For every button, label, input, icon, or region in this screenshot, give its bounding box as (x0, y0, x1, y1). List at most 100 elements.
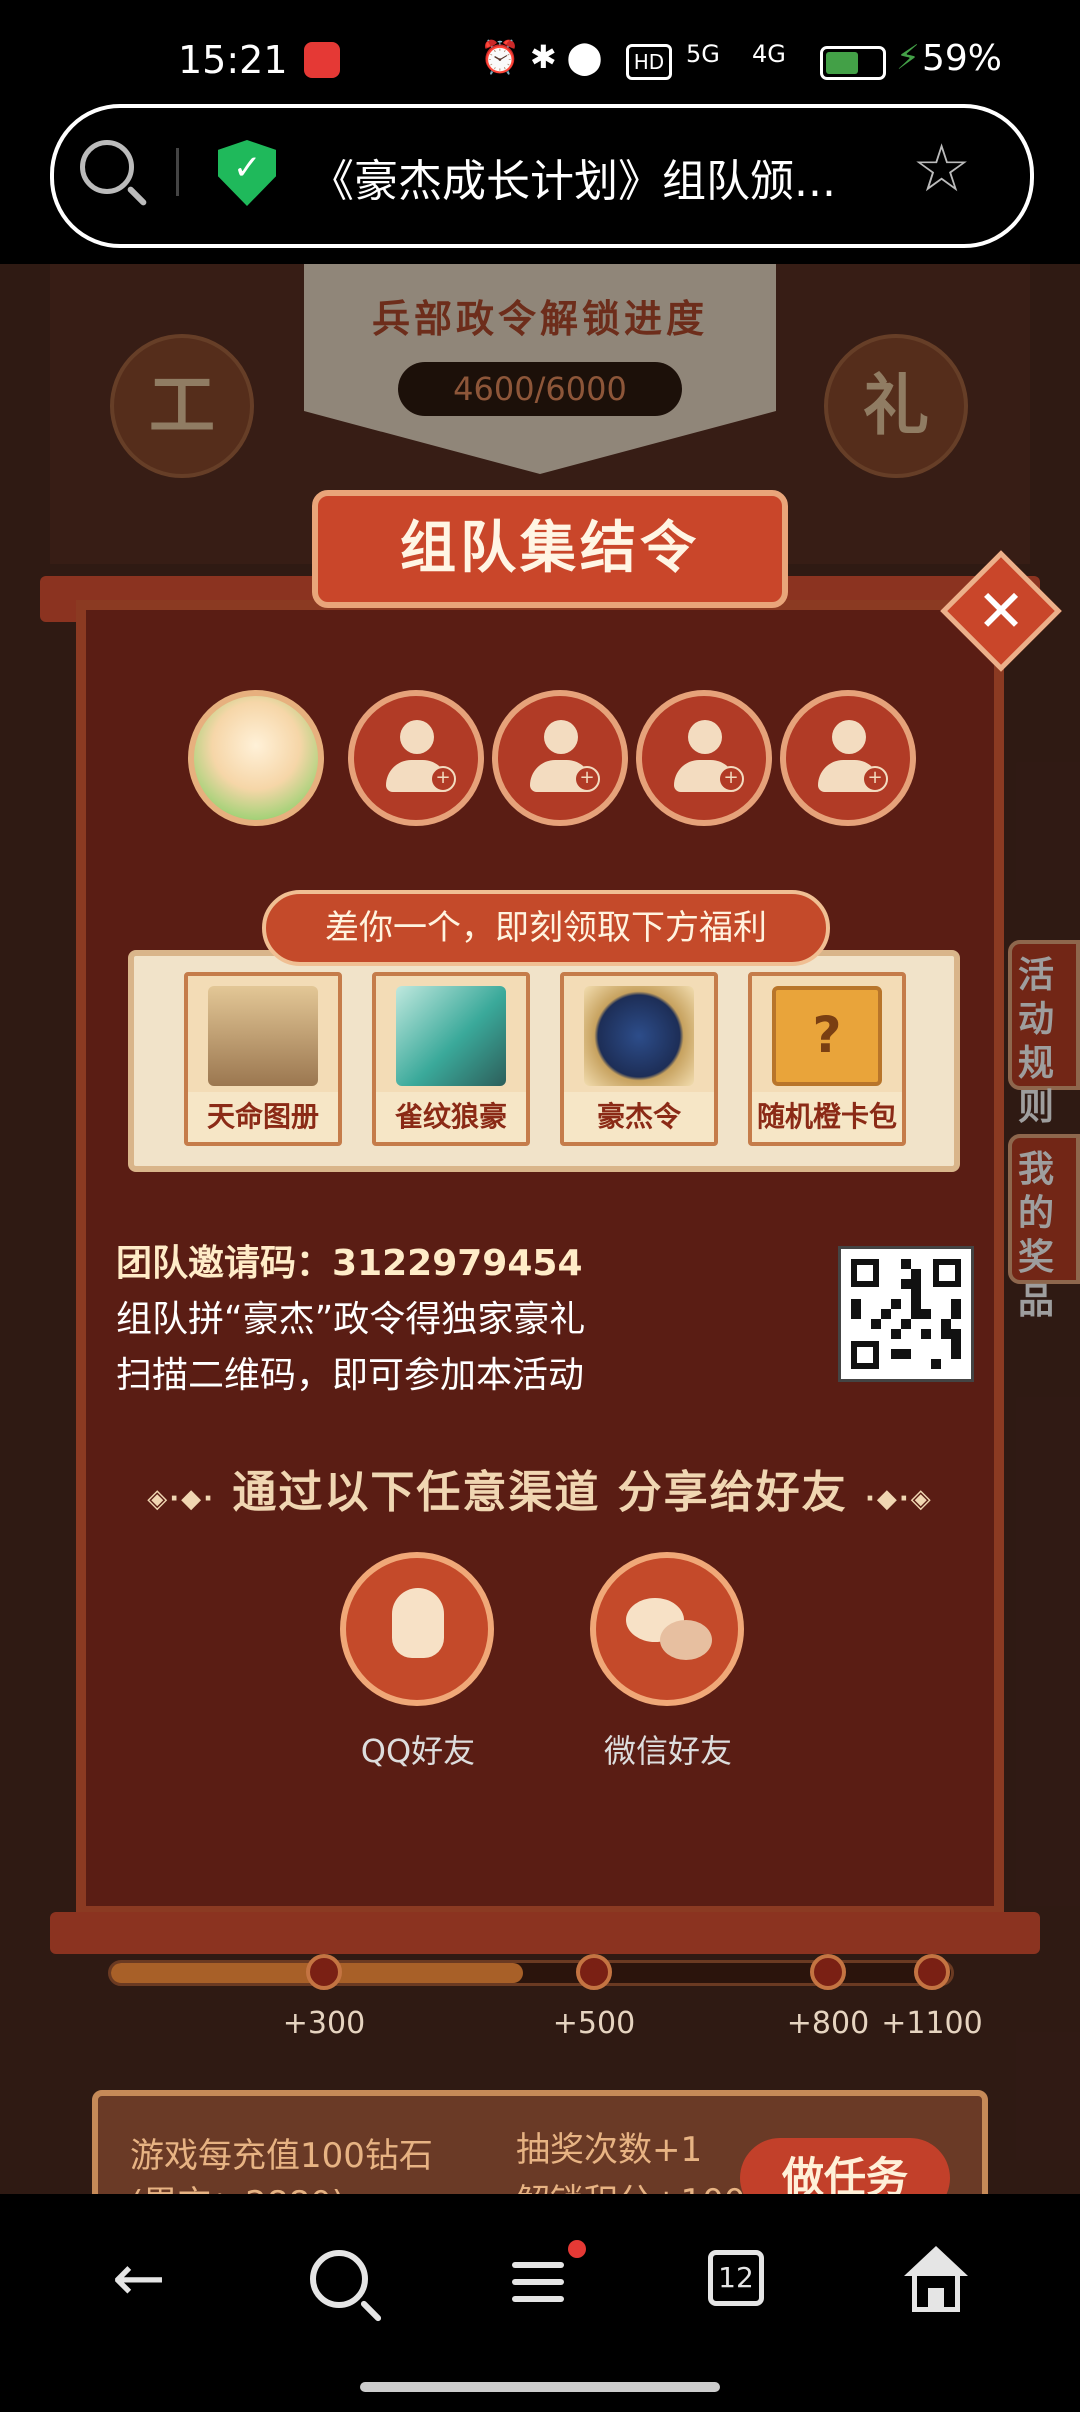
page-title[interactable]: 《豪杰成长计划》组队颁... (310, 145, 870, 209)
wechat-icon-bubble (660, 1620, 712, 1660)
location-icon: ⬤ (566, 38, 613, 76)
qr-finder (851, 1259, 879, 1287)
add-user-icon: + (718, 766, 744, 792)
add-user-icon: + (574, 766, 600, 792)
back-icon[interactable]: ← (112, 2242, 166, 2316)
share-heading: ◈·◆· 通过以下任意渠道 分享给好友 ·◆·◈ (140, 1456, 940, 1520)
empty-slot-1[interactable]: + (348, 690, 484, 826)
invite-description: 组队拼“豪杰”政令得独家豪礼 (116, 1299, 586, 1340)
milestone-label: +800 (786, 2006, 870, 2041)
add-user-icon: + (430, 766, 456, 792)
qr-module (951, 1339, 961, 1349)
alarm-icon: ⏰ (480, 38, 530, 76)
home-icon[interactable] (904, 2246, 968, 2276)
bluetooth-icon: ✱ (529, 38, 567, 76)
status-time: 15:21 (178, 38, 288, 82)
task-reward-draws: 抽奖次数+1 (516, 2130, 703, 2170)
qr-module (871, 1319, 881, 1329)
hd-icon: HD (626, 44, 672, 80)
reward-item[interactable]: 豪杰令 (560, 972, 718, 1146)
qr-module (901, 1319, 911, 1329)
qr-finder (851, 1341, 879, 1369)
share-wechat-label: 微信好友 (603, 1732, 732, 1770)
notification-badge (568, 2240, 586, 2258)
battery-percent: 59% (922, 38, 1003, 79)
milestone-node[interactable] (810, 1954, 846, 1990)
task-title: 游戏每充值100钻石 (130, 2136, 433, 2176)
menu-icon[interactable] (512, 2262, 564, 2302)
brush-icon (396, 986, 506, 1086)
milestone-label: +500 (552, 2006, 636, 2041)
share-qq-label: QQ好友 (360, 1732, 476, 1770)
qr-module (941, 1319, 951, 1329)
qr-module (951, 1329, 961, 1339)
milestone-label: +1100 (881, 2006, 983, 2041)
invite-instruction: 扫描二维码，即可参加本活动 (116, 1355, 585, 1396)
search-icon[interactable] (310, 2250, 368, 2308)
reward-label: 豪杰令 (564, 1092, 714, 1142)
star-icon[interactable]: ☆ (912, 130, 971, 207)
reward-item[interactable]: 雀纹狼豪 (372, 972, 530, 1146)
qr-code[interactable] (838, 1246, 974, 1382)
qr-finder (933, 1259, 961, 1287)
qr-module (851, 1299, 861, 1309)
share-heading-text: 通过以下任意渠道 分享给好友 (232, 1467, 848, 1518)
qr-module (951, 1309, 961, 1319)
share-qq-button[interactable] (340, 1552, 494, 1706)
qr-module (911, 1309, 921, 1319)
qr-module (901, 1259, 911, 1269)
share-wechat-button[interactable] (590, 1552, 744, 1706)
qr-module (911, 1279, 921, 1289)
qr-module (951, 1299, 961, 1309)
qr-module (911, 1289, 921, 1299)
home-icon-door (928, 2288, 944, 2312)
reward-item[interactable]: ? 随机橙卡包 (748, 972, 906, 1146)
qr-module (901, 1349, 911, 1359)
qr-module (921, 1329, 931, 1339)
reward-banner: 差你一个，即刻领取下方福利 (262, 890, 830, 966)
milestone-label: +300 (282, 2006, 366, 2041)
reward-label: 雀纹狼豪 (376, 1092, 526, 1142)
battery-icon (820, 46, 886, 80)
milestone-node[interactable] (576, 1954, 612, 1990)
add-user-icon: + (862, 766, 888, 792)
qq-icon (392, 1588, 444, 1658)
qr-module (911, 1299, 921, 1309)
qr-module (951, 1349, 961, 1359)
invite-code-row: 团队邀请码：3122979454 (116, 1234, 583, 1286)
qr-module (931, 1359, 941, 1369)
qr-module (941, 1329, 951, 1339)
signal-5g-icon: 5G (686, 40, 720, 68)
qr-module (891, 1329, 901, 1339)
mystery-card-icon: ? (772, 986, 882, 1086)
qr-module (881, 1309, 891, 1319)
search-icon[interactable] (80, 140, 134, 194)
gesture-bar[interactable] (360, 2382, 720, 2392)
tabs-icon[interactable]: 12 (708, 2250, 764, 2306)
modal-title: 组队集结令 (312, 490, 788, 608)
empty-slot-2[interactable]: + (492, 690, 628, 826)
qr-module (891, 1299, 901, 1309)
empty-slot-4[interactable]: + (780, 690, 916, 826)
invite-code-label: 团队邀请码： (116, 1243, 333, 1284)
status-bar: 15:21 ⏰✱⬤ HD 5G 4G ⚡ 59% (0, 0, 1080, 100)
scroll-pagoda-icon (208, 986, 318, 1086)
battery-fill (826, 52, 858, 74)
reward-item[interactable]: 天命图册 (184, 972, 342, 1146)
qr-module (901, 1279, 911, 1289)
close-icon[interactable]: ✕ (958, 568, 1044, 654)
share-heading-ornament-left: ◈·◆· (147, 1484, 215, 1514)
signal-4g-icon: 4G (752, 40, 786, 68)
invite-code[interactable]: 3122979454 (332, 1243, 583, 1284)
user-avatar (188, 690, 324, 826)
empty-slot-3[interactable]: + (636, 690, 772, 826)
qr-module (911, 1269, 921, 1279)
screen-record-icon (304, 42, 340, 78)
charging-icon: ⚡ (896, 38, 920, 78)
qr-module (921, 1309, 931, 1319)
reward-label: 天命图册 (188, 1092, 338, 1142)
share-heading-ornament-right: ·◆·◈ (864, 1484, 933, 1514)
qr-module (891, 1349, 901, 1359)
milestone-node[interactable] (914, 1954, 950, 1990)
milestone-node[interactable] (306, 1954, 342, 1990)
